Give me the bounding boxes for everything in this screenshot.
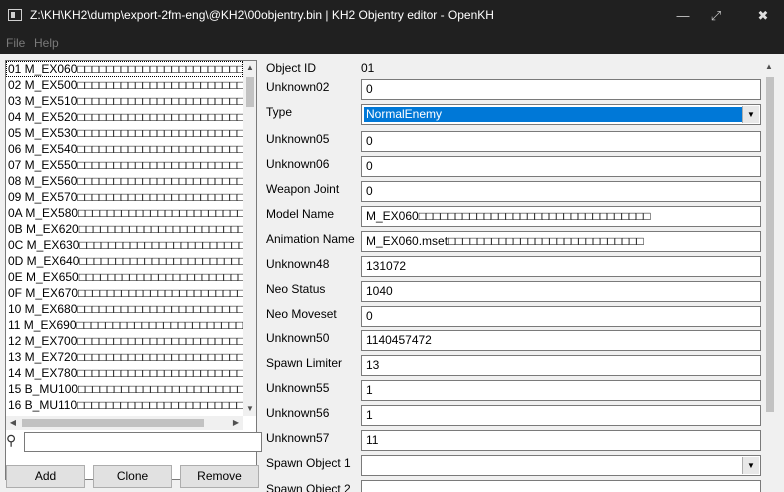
menu-help[interactable]: Help [34,36,59,50]
list-item[interactable]: 14 M_EX780□□□□□□□□□□□□□□□□□□□□□□□□□□□□□□… [6,365,243,381]
unknown55-field[interactable]: 1 [361,380,761,401]
window-title: Z:\KH\KH2\dump\export-2fm-eng\@KH2\00obj… [30,8,494,22]
unknown06-field[interactable]: 0 [361,156,761,177]
spawn-object1-selected-value [364,458,742,473]
list-vertical-scrollbar[interactable]: ▲ ▼ [243,61,256,416]
unknown57-field[interactable]: 11 [361,430,761,451]
unknown02-field[interactable]: 0 [361,79,761,100]
list-item[interactable]: 16 B_MU110□□□□□□□□□□□□□□□□□□□□□□□□□□□□□□… [6,397,243,413]
details-vertical-scrollbar[interactable]: ▲ [761,60,778,492]
spawn-limiter-field[interactable]: 13 [361,355,761,376]
list-item[interactable]: 15 B_MU100□□□□□□□□□□□□□□□□□□□□□□□□□□□□□□… [6,381,243,397]
type-dropdown[interactable]: NormalEnemy ▼ [361,104,761,125]
scroll-up-arrow-icon[interactable]: ▲ [243,61,256,75]
unknown56-field[interactable]: 1 [361,405,761,426]
unknown48-label: Unknown48 [266,257,330,271]
list-horizontal-scrollbar[interactable]: ◀ ▶ [6,416,243,430]
chevron-down-icon[interactable]: ▼ [742,457,759,474]
search-input[interactable] [24,432,262,452]
list-item[interactable]: 0F M_EX670□□□□□□□□□□□□□□□□□□□□□□□□□□□□□□… [6,285,243,301]
minimize-button[interactable]: — [672,6,694,26]
weapon-joint-label: Weapon Joint [266,182,340,196]
type-label: Type [266,105,293,119]
scroll-left-arrow-icon[interactable]: ◀ [6,416,20,430]
type-selected-value: NormalEnemy [364,107,742,122]
neo-moveset-label: Neo Moveset [266,307,337,321]
list-item[interactable]: 02 M_EX500□□□□□□□□□□□□□□□□□□□□□□□□□□□□□□… [6,77,243,93]
spawn-object2-dropdown[interactable] [361,480,761,492]
remove-button[interactable]: Remove [180,465,259,488]
list-item[interactable]: 08 M_EX560□□□□□□□□□□□□□□□□□□□□□□□□□□□□□□… [6,173,243,189]
details-vertical-scroll-thumb[interactable] [766,77,774,412]
list-item[interactable]: 0E M_EX650□□□□□□□□□□□□□□□□□□□□□□□□□□□□□□… [6,269,243,285]
list-item[interactable]: 03 M_EX510□□□□□□□□□□□□□□□□□□□□□□□□□□□□□□… [6,93,243,109]
object-listbox[interactable]: 01 M_EX060□□□□□□□□□□□□□□□□□□□□□□□□□□□□□□… [5,60,257,480]
add-button[interactable]: Add [6,465,85,488]
search-icon: ⚲ [6,432,17,448]
spawn-object1-label: Spawn Object 1 [266,456,351,470]
neo-moveset-field[interactable]: 0 [361,306,761,327]
unknown50-label: Unknown50 [266,331,330,345]
unknown48-field[interactable]: 131072 [361,256,761,277]
list-item[interactable]: 0B M_EX620□□□□□□□□□□□□□□□□□□□□□□□□□□□□□□… [6,221,243,237]
chevron-down-icon[interactable]: ▼ [742,106,759,123]
clone-button[interactable]: Clone [93,465,172,488]
spawn-limiter-label: Spawn Limiter [266,356,343,370]
list-item[interactable]: 13 M_EX720□□□□□□□□□□□□□□□□□□□□□□□□□□□□□□… [6,349,243,365]
animation-name-field[interactable]: M_EX060.mset□□□□□□□□□□□□□□□□□□□□□□□□□□□ [361,231,761,252]
weapon-joint-field[interactable]: 0 [361,181,761,202]
model-name-field[interactable]: M_EX060□□□□□□□□□□□□□□□□□□□□□□□□□□□□□□□□ [361,206,761,227]
list-item[interactable]: 05 M_EX530□□□□□□□□□□□□□□□□□□□□□□□□□□□□□□… [6,125,243,141]
animation-name-label: Animation Name [266,232,355,246]
list-item[interactable]: 0C M_EX630□□□□□□□□□□□□□□□□□□□□□□□□□□□□□□… [6,237,243,253]
object-list-panel: 01 M_EX060□□□□□□□□□□□□□□□□□□□□□□□□□□□□□□… [0,54,262,492]
scroll-right-arrow-icon[interactable]: ▶ [229,416,243,430]
unknown55-label: Unknown55 [266,381,330,395]
object-id-value: 01 [361,61,375,75]
unknown57-label: Unknown57 [266,431,330,445]
list-item[interactable]: 07 M_EX550□□□□□□□□□□□□□□□□□□□□□□□□□□□□□□… [6,157,243,173]
list-item[interactable]: 06 M_EX540□□□□□□□□□□□□□□□□□□□□□□□□□□□□□□… [6,141,243,157]
unknown05-field[interactable]: 0 [361,131,761,152]
list-horizontal-scroll-thumb[interactable] [22,419,204,427]
object-details-panel: Object ID 01 Unknown02 0 Type NormalEnem… [262,54,784,492]
neo-status-field[interactable]: 1040 [361,281,761,302]
list-item[interactable]: 0D M_EX640□□□□□□□□□□□□□□□□□□□□□□□□□□□□□□… [6,253,243,269]
scroll-down-arrow-icon[interactable]: ▼ [243,402,256,416]
unknown05-label: Unknown05 [266,132,330,146]
list-item[interactable]: 12 M_EX700□□□□□□□□□□□□□□□□□□□□□□□□□□□□□□… [6,333,243,349]
title-bar: Z:\KH\KH2\dump\export-2fm-eng\@KH2\00obj… [0,0,784,32]
close-button[interactable]: ✖ [752,6,774,26]
unknown06-label: Unknown06 [266,157,330,171]
spawn-object2-label: Spawn Object 2 [266,482,351,492]
object-list-items: 01 M_EX060□□□□□□□□□□□□□□□□□□□□□□□□□□□□□□… [6,61,243,416]
neo-status-label: Neo Status [266,282,326,296]
list-item[interactable]: 11 M_EX690□□□□□□□□□□□□□□□□□□□□□□□□□□□□□□… [6,317,243,333]
menu-bar: File Help [0,32,784,54]
list-item[interactable]: 09 M_EX570□□□□□□□□□□□□□□□□□□□□□□□□□□□□□□… [6,189,243,205]
list-item[interactable]: 10 M_EX680□□□□□□□□□□□□□□□□□□□□□□□□□□□□□□… [6,301,243,317]
maximize-button[interactable]: ⤢ [705,6,727,26]
unknown56-label: Unknown56 [266,406,330,420]
menu-file[interactable]: File [6,36,25,50]
list-item[interactable]: 01 M_EX060□□□□□□□□□□□□□□□□□□□□□□□□□□□□□□… [6,61,243,77]
list-vertical-scroll-thumb[interactable] [246,77,254,107]
spawn-object1-dropdown[interactable]: ▼ [361,455,761,476]
app-icon [8,9,22,21]
model-name-label: Model Name [266,207,335,221]
scroll-up-arrow-icon[interactable]: ▲ [762,60,776,74]
list-item[interactable]: 0A M_EX580□□□□□□□□□□□□□□□□□□□□□□□□□□□□□□… [6,205,243,221]
list-item[interactable]: 04 M_EX520□□□□□□□□□□□□□□□□□□□□□□□□□□□□□□… [6,109,243,125]
unknown50-field[interactable]: 1140457472 [361,330,761,351]
object-id-label: Object ID [266,61,317,75]
unknown02-label: Unknown02 [266,80,330,94]
